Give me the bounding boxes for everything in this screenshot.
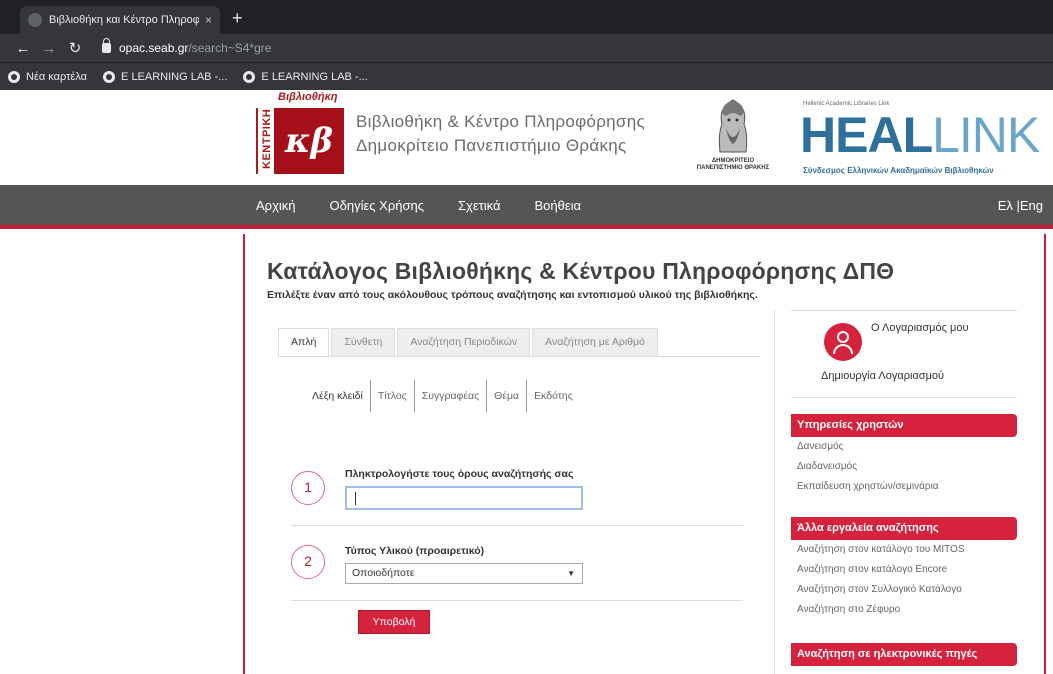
divider: [791, 397, 1017, 398]
bookmark-label: E LEARNING LAB -...: [121, 70, 228, 83]
bookmark-item[interactable]: E LEARNING LAB -...: [103, 70, 228, 83]
link-union-catalog[interactable]: Αναζήτηση στον Συλλογικό Κατάλογο: [797, 580, 965, 600]
reload-icon[interactable]: ↻: [62, 39, 88, 57]
bookmarks-bar: Νέα καρτέλα E LEARNING LAB -... E LEARNI…: [0, 62, 1053, 90]
nav-guide[interactable]: Οδηγίες Χρήσης: [330, 198, 424, 213]
link-zefyro[interactable]: Αναζήτηση στο Ζέφυρο: [797, 600, 965, 620]
bookmark-item[interactable]: E LEARNING LAB -...: [243, 70, 368, 83]
nav-about[interactable]: Σχετικά: [458, 198, 501, 213]
tab-close-icon[interactable]: ×: [205, 13, 212, 27]
my-account-link[interactable]: Ο Λογαριασμός μου: [871, 322, 968, 334]
material-type-label: Τύπος Υλικού (προαιρετικό): [345, 545, 485, 557]
other-tools-header: Άλλα εργαλεία αναζήτησης: [791, 517, 1017, 540]
forward-icon[interactable]: →: [36, 40, 62, 57]
field-author[interactable]: Συγγραφέας: [415, 390, 486, 402]
nav-home[interactable]: Αρχική: [256, 198, 296, 213]
favicon-icon: [28, 13, 42, 27]
democritus-bust-icon: [718, 99, 748, 153]
search-input[interactable]: [345, 486, 583, 510]
language-switch[interactable]: Ελ |Eng: [998, 198, 1043, 213]
logo-letters: κβ: [274, 108, 344, 174]
search-field-options: Λέξη κλειδί Τίτλος Συγγραφέας Θέμα Εκδότ…: [305, 380, 580, 412]
bust-caption: ΔΗΜΟΚΡΙΤΕΙΟ ΠΑΝΕΠΙΣΤΗΜΙΟ ΘΡΑΚΗΣ: [696, 158, 770, 171]
text-caret: [355, 492, 356, 505]
link-encore[interactable]: Αναζήτηση στον κατάλογο Encore: [797, 560, 965, 580]
field-publisher[interactable]: Εκδότης: [527, 390, 580, 402]
search-tabs: Απλή Σύνθετη Αναζήτηση Περιοδικών Αναζήτ…: [278, 328, 660, 357]
logo-top-text: Βιβλιοθήκη: [278, 91, 338, 103]
tab-simple[interactable]: Απλή: [278, 328, 330, 357]
e-resources-header: Αναζήτηση σε ηλεκτρονικές πηγές: [791, 643, 1017, 666]
link-user-training[interactable]: Εκπαίδευση χρηστών/σεμινάρια: [797, 477, 939, 497]
step-2-badge: 2: [291, 545, 325, 579]
tab-divider: [278, 356, 760, 357]
tab-journals[interactable]: Αναζήτηση Περιοδικών: [397, 328, 531, 357]
user-services-header: Υπηρεσίες χρηστών: [791, 414, 1017, 437]
link-loan[interactable]: Δανεισμός: [797, 437, 939, 457]
column-divider: [774, 310, 775, 674]
browser-tab-strip: Βιβλιοθήκη και Κέντρο Πληροφό × +: [0, 0, 1053, 34]
sidebar: Ο Λογαριασμός μου Δημιουργία Λογαριασμού…: [791, 310, 1017, 666]
field-title[interactable]: Τίτλος: [371, 390, 414, 402]
sidebar-top-rule: [791, 310, 1017, 311]
submit-button[interactable]: Υποβολή: [358, 610, 430, 634]
user-account-icon[interactable]: [824, 323, 862, 361]
search-terms-label: Πληκτρολογήστε τους όρους αναζήτησής σας: [345, 468, 574, 480]
bookmark-label: E LEARNING LAB -...: [261, 70, 368, 83]
bookmark-item[interactable]: Νέα καρτέλα: [8, 70, 88, 83]
divider: [291, 525, 743, 526]
link-interlibrary-loan[interactable]: Διαδανεισμός: [797, 457, 939, 477]
toolbar: ← → ↻ opac.seab.gr/search~S4*gre: [0, 34, 1053, 62]
library-title: Βιβλιοθήκη & Κέντρο Πληροφόρησης Δημοκρί…: [356, 110, 645, 158]
heallink-bold: HEAL: [800, 107, 933, 163]
bookmark-label: Νέα καρτέλα: [26, 70, 88, 83]
tab-title: Βιβλιοθήκη και Κέντρο Πληροφό: [49, 14, 199, 26]
heallink-thin: LINK: [932, 107, 1040, 163]
browser-tab[interactable]: Βιβλιοθήκη και Κέντρο Πληροφό ×: [20, 6, 220, 34]
chevron-down-icon: ▼: [567, 569, 575, 578]
heallink-subtitle: Σύνδεσμος Ελληνικών Ακαδημαϊκών Βιβλιοθη…: [803, 166, 994, 175]
step-1-badge: 1: [291, 471, 325, 505]
logo-vertical-text: ΚΕΝΤΡΙΚΗ: [261, 108, 273, 169]
globe-icon: [243, 70, 256, 83]
globe-icon: [103, 70, 116, 83]
field-subject[interactable]: Θέμα: [487, 390, 526, 402]
library-title-line2: Δημοκρίτειο Πανεπιστήμιο Θράκης: [356, 136, 627, 155]
main-nav: Αρχική Οδηγίες Χρήσης Σχετικά Βοήθεια Ελ…: [0, 185, 1053, 229]
lock-icon: [102, 38, 111, 53]
field-keyword[interactable]: Λέξη κλειδί: [305, 390, 370, 402]
divider: [291, 600, 743, 601]
site-header: Βιβλιοθήκη ΚΕΝΤΡΙΚΗ κβ Βιβλιοθήκη & Κέντ…: [0, 90, 1053, 185]
library-title-line1: Βιβλιοθήκη & Κέντρο Πληροφόρησης: [356, 112, 645, 131]
material-type-value: Οποιοδήποτε: [352, 567, 415, 579]
tab-advanced[interactable]: Σύνθετη: [331, 328, 396, 357]
user-services-links: Δανεισμός Διαδανεισμός Εκπαίδευση χρηστώ…: [797, 437, 939, 497]
new-tab-button[interactable]: +: [232, 8, 243, 29]
logo-vertical: ΚΕΝΤΡΙΚΗ: [256, 108, 274, 174]
nav-help[interactable]: Βοήθεια: [535, 198, 582, 213]
content-panel: Κατάλογος Βιβλιοθήκης & Κέντρου Πληροφόρ…: [243, 234, 1046, 674]
create-account-link[interactable]: Δημιουργία Λογαριασμού: [821, 370, 944, 382]
other-tools-links: Αναζήτηση στον κατάλογο του MITOS Αναζήτ…: [797, 540, 965, 620]
globe-icon: [8, 70, 20, 83]
tab-number[interactable]: Αναζήτηση με Αριθμό: [532, 328, 658, 357]
url-host: opac.seab.gr: [119, 41, 189, 55]
page-title: Κατάλογος Βιβλιοθήκης & Κέντρου Πληροφόρ…: [267, 258, 895, 284]
material-type-select[interactable]: Οποιοδήποτε ▼: [345, 563, 583, 584]
heallink-logo[interactable]: HEALLINK: [800, 107, 1040, 163]
link-mitos[interactable]: Αναζήτηση στον κατάλογο του MITOS: [797, 540, 965, 560]
address-bar[interactable]: opac.seab.gr/search~S4*gre: [102, 38, 272, 55]
back-icon[interactable]: ←: [10, 40, 36, 57]
url-path: /search~S4*gre: [188, 41, 272, 55]
library-logo[interactable]: ΚΕΝΤΡΙΚΗ κβ: [256, 108, 346, 174]
page-subtitle: Επιλέξτε έναν από τους ακόλουθους τρόπου…: [267, 289, 758, 301]
